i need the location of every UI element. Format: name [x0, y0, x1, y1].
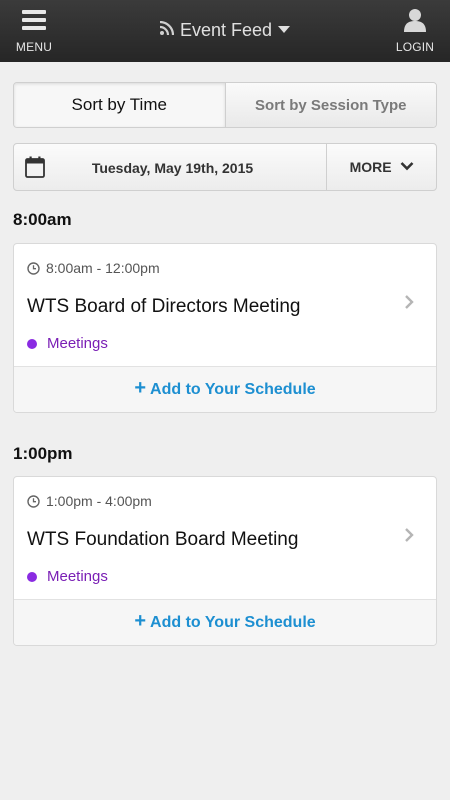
tab-sort-by-time[interactable]: Sort by Time: [14, 83, 225, 127]
add-to-schedule-label: Add to Your Schedule: [150, 380, 316, 398]
event-time-range: 1:00pm - 4:00pm: [46, 493, 152, 509]
menu-label: MENU: [15, 40, 53, 54]
category-dot: [27, 571, 37, 582]
event-category: Meetings: [27, 568, 108, 585]
chevron-down-icon: [400, 161, 414, 170]
tab-sort-by-session-type[interactable]: Sort by Session Type: [224, 83, 436, 127]
add-to-schedule-button[interactable]: + Add to Your Schedule: [14, 366, 436, 412]
date-selector[interactable]: Tuesday, May 19th, 2015: [14, 144, 326, 190]
page-title: Event Feed: [179, 20, 273, 40]
time-header: 1:00pm: [13, 444, 73, 463]
chevron-right-icon: [405, 528, 414, 542]
dropdown-caret-icon: [278, 26, 291, 34]
selected-date: Tuesday, May 19th, 2015: [91, 160, 254, 176]
date-bar: Tuesday, May 19th, 2015 MORE: [13, 143, 437, 191]
category-label: Meetings: [47, 568, 108, 585]
clock-icon: [27, 261, 40, 275]
event-card: 1:00pm - 4:00pm WTS Foundation Board Mee…: [13, 476, 437, 646]
rss-icon: [159, 19, 175, 40]
time-header: 8:00am: [13, 210, 72, 229]
plus-icon: +: [134, 609, 147, 632]
category-dot: [27, 338, 37, 349]
event-title: WTS Foundation Board Meeting: [27, 529, 299, 550]
more-button[interactable]: MORE: [326, 144, 436, 190]
plus-icon: +: [134, 376, 147, 399]
add-to-schedule-label: Add to Your Schedule: [150, 613, 316, 631]
category-label: Meetings: [47, 335, 108, 352]
event-time-range: 8:00am - 12:00pm: [46, 260, 160, 276]
top-bar: MENU Event Feed LOGIN: [0, 0, 450, 62]
login-button[interactable]: LOGIN: [394, 8, 436, 56]
chevron-right-icon: [405, 295, 414, 309]
sort-tabs: Sort by Time Sort by Session Type: [13, 82, 437, 128]
add-to-schedule-button[interactable]: + Add to Your Schedule: [14, 599, 436, 645]
event-details-link[interactable]: 8:00am - 12:00pm WTS Board of Directors …: [14, 244, 436, 366]
event-time: 1:00pm - 4:00pm: [27, 493, 152, 509]
event-card: 8:00am - 12:00pm WTS Board of Directors …: [13, 243, 437, 413]
event-time: 8:00am - 12:00pm: [27, 260, 160, 276]
event-feed-dropdown[interactable]: Event Feed: [0, 20, 450, 41]
event-details-link[interactable]: 1:00pm - 4:00pm WTS Foundation Board Mee…: [14, 477, 436, 599]
login-label: LOGIN: [395, 40, 435, 54]
more-label: MORE: [349, 159, 392, 175]
clock-icon: [27, 494, 40, 508]
event-title: WTS Board of Directors Meeting: [27, 296, 301, 317]
event-category: Meetings: [27, 335, 108, 352]
user-icon: [404, 9, 426, 32]
